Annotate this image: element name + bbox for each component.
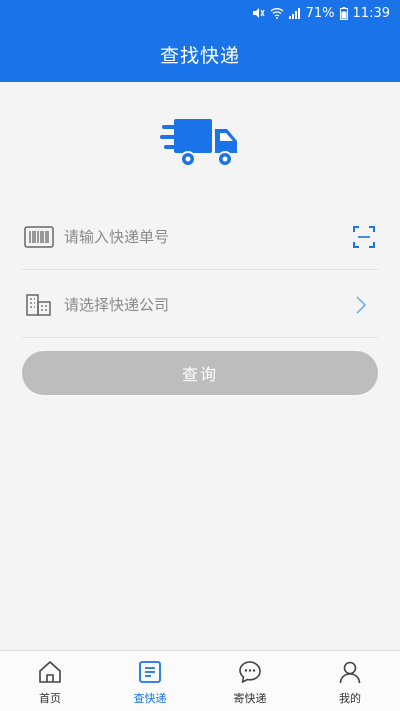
tab-send[interactable]: 寄快递 — [200, 651, 300, 711]
battery-icon — [339, 6, 348, 20]
tab-track[interactable]: 查快递 — [100, 651, 200, 711]
home-icon — [39, 661, 61, 683]
signal-icon — [288, 8, 300, 19]
bottom-tab-bar: 首页 查快递 寄快递 我的 — [0, 650, 400, 711]
tracking-number-input[interactable] — [64, 227, 352, 246]
tab-home-label: 首页 — [39, 692, 61, 705]
battery-percent: 71% — [305, 5, 335, 21]
tab-home[interactable]: 首页 — [0, 651, 100, 711]
mute-icon — [252, 8, 265, 18]
scan-icon[interactable] — [352, 225, 376, 249]
tab-send-label: 寄快递 — [233, 692, 267, 705]
tab-profile-label: 我的 — [339, 692, 361, 705]
clock-time: 11:39 — [352, 5, 390, 21]
chevron-right-icon — [356, 295, 367, 314]
tab-profile[interactable]: 我的 — [300, 651, 400, 711]
status-bar: 71% 11:39 — [0, 0, 400, 26]
chat-bubble-icon — [239, 661, 261, 683]
wifi-icon — [270, 8, 284, 19]
page-title: 查找快递 — [159, 44, 240, 67]
courier-company-select[interactable]: 请选择快递公司 — [64, 294, 354, 315]
app-header: 查找快递 — [0, 26, 400, 82]
tab-track-label: 查快递 — [133, 692, 167, 705]
building-icon — [26, 293, 51, 316]
barcode-icon — [24, 225, 54, 248]
tracking-list-icon — [139, 661, 161, 683]
delivery-truck-icon — [160, 119, 237, 167]
tracking-number-row[interactable] — [22, 204, 378, 270]
user-icon — [339, 661, 361, 684]
courier-company-row[interactable]: 请选择快递公司 — [22, 272, 378, 338]
query-button[interactable]: 查询 — [22, 351, 378, 395]
